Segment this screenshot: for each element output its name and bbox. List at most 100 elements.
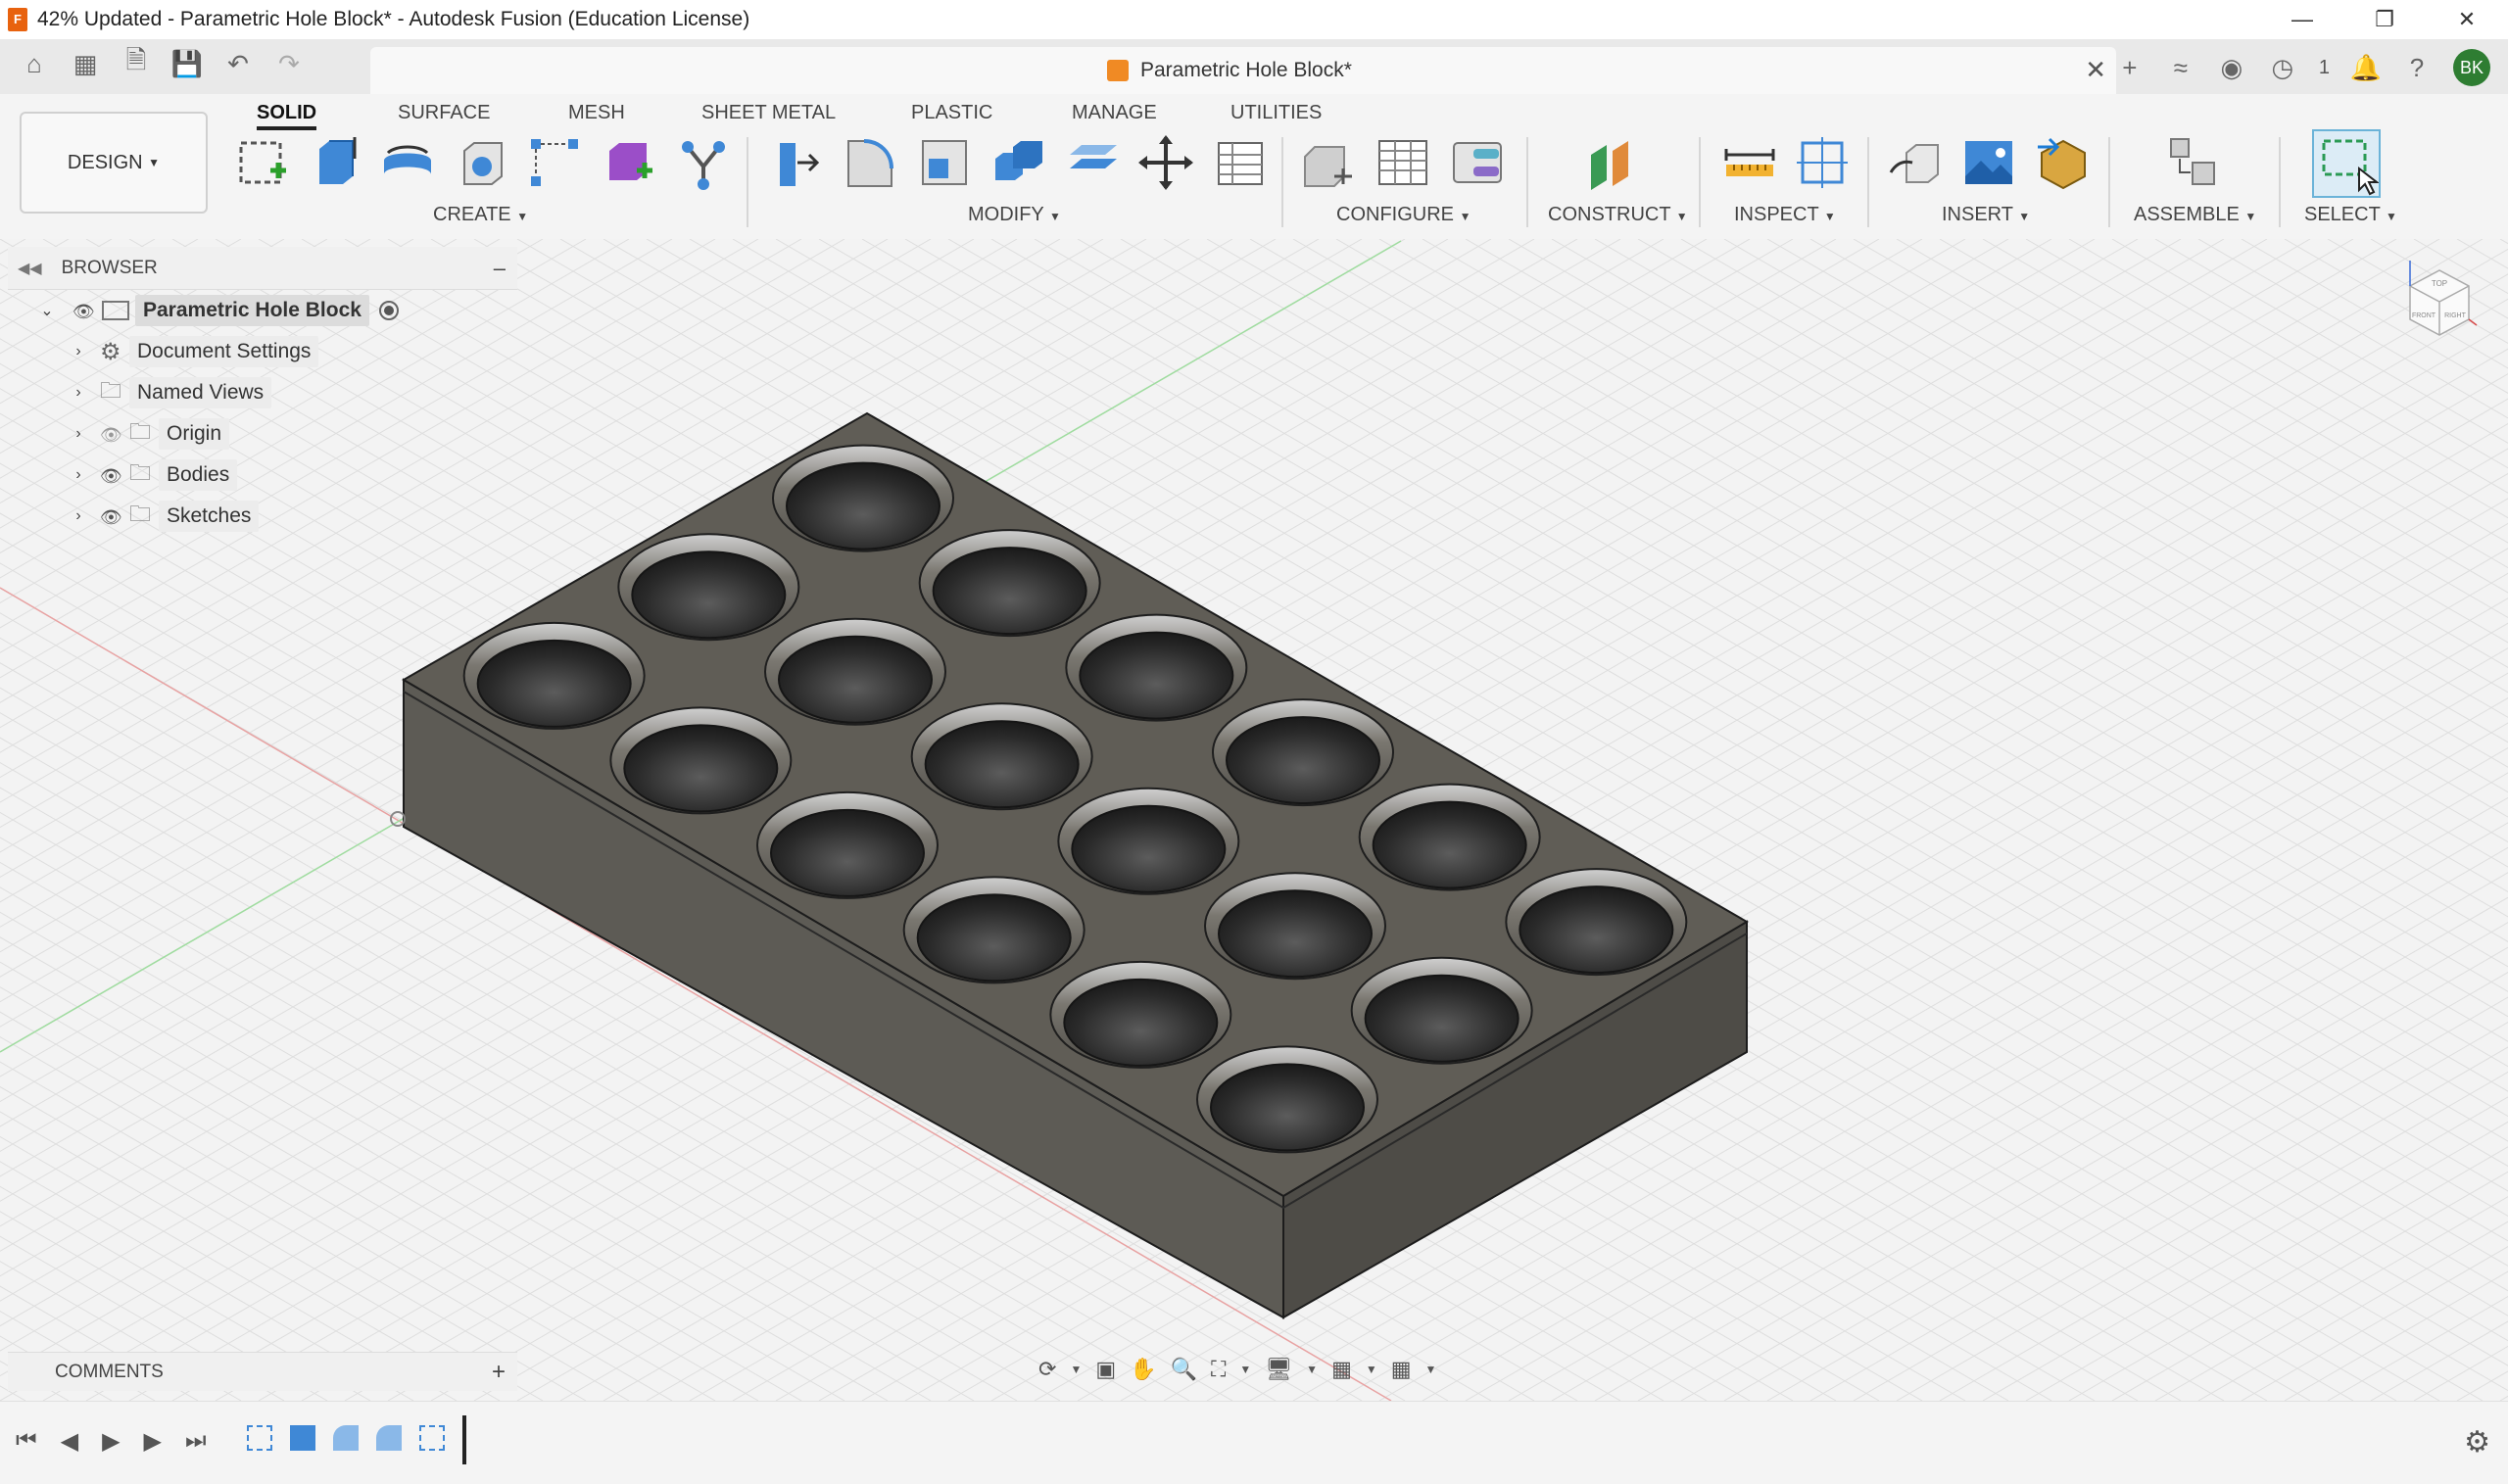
extrude-icon[interactable] bbox=[306, 133, 364, 192]
hole[interactable] bbox=[1079, 631, 1234, 720]
configuration-rule-icon[interactable] bbox=[1448, 133, 1507, 192]
save-icon[interactable]: 💾 bbox=[171, 49, 203, 78]
fit-icon[interactable]: ⛶ bbox=[1211, 1357, 1226, 1382]
timeline-marker[interactable] bbox=[462, 1415, 466, 1464]
hole[interactable] bbox=[1226, 716, 1380, 805]
display-settings-icon[interactable]: 🖥 bbox=[1265, 1357, 1292, 1382]
hole[interactable] bbox=[476, 639, 632, 728]
chevron-right-icon[interactable]: › bbox=[69, 507, 88, 525]
workspace-switcher[interactable]: DESIGN ▼ bbox=[20, 112, 208, 214]
orbit-icon[interactable]: ⟳ bbox=[1038, 1357, 1056, 1382]
close-tab-icon[interactable]: ✕ bbox=[2085, 55, 2106, 85]
step-forward-icon[interactable]: ▶ bbox=[144, 1427, 162, 1456]
file-icon[interactable]: 🗎 bbox=[121, 45, 151, 78]
chevron-down-icon[interactable]: ▼ bbox=[1239, 1363, 1251, 1376]
revolve-icon[interactable] bbox=[378, 133, 437, 192]
tab-manage[interactable]: MANAGE bbox=[1072, 102, 1157, 124]
chevron-right-icon[interactable]: › bbox=[69, 343, 88, 360]
shell-modify-icon[interactable] bbox=[915, 133, 974, 192]
hole[interactable] bbox=[1372, 800, 1527, 889]
group-configure[interactable]: CONFIGURE ▼ bbox=[1336, 204, 1471, 226]
restore-icon[interactable]: ❐ bbox=[2343, 0, 2426, 39]
avatar[interactable]: BK bbox=[2453, 49, 2490, 86]
hole[interactable] bbox=[924, 720, 1080, 809]
redo-icon[interactable]: ↷ bbox=[274, 49, 304, 78]
chevron-down-icon[interactable]: ▼ bbox=[1366, 1363, 1377, 1376]
tab-surface[interactable]: SURFACE bbox=[398, 102, 490, 124]
derive-icon[interactable] bbox=[525, 133, 584, 192]
hole[interactable] bbox=[1071, 804, 1227, 893]
job-status-icon[interactable]: ◷ bbox=[2268, 53, 2297, 82]
extensions-icon[interactable]: ≈ bbox=[2166, 53, 2195, 82]
move-icon[interactable] bbox=[1136, 133, 1195, 192]
go-to-end-icon[interactable]: ⏭ bbox=[185, 1427, 207, 1456]
select-tool-button[interactable] bbox=[2312, 129, 2381, 198]
grid-icon[interactable]: ▦ bbox=[71, 49, 100, 78]
timeline-sketch-icon[interactable] bbox=[247, 1425, 272, 1451]
timeline-extrude-icon[interactable] bbox=[290, 1425, 315, 1451]
insert-mesh-icon[interactable] bbox=[2034, 133, 2093, 192]
chevron-down-icon[interactable]: ▼ bbox=[1306, 1363, 1318, 1376]
browser-item-bodies[interactable]: › 👁 🗀 Bodies bbox=[69, 455, 517, 496]
measure-icon[interactable] bbox=[1720, 133, 1779, 192]
insert-derive-icon[interactable] bbox=[1887, 133, 1946, 192]
step-back-icon[interactable]: ◀ bbox=[61, 1427, 78, 1456]
look-at-icon[interactable]: ▣ bbox=[1095, 1357, 1116, 1382]
browser-root-node[interactable]: ⌄ 👁 Parametric Hole Block bbox=[37, 290, 517, 331]
hole[interactable] bbox=[932, 547, 1087, 636]
joint-icon[interactable] bbox=[674, 133, 733, 192]
create-sketch-icon[interactable] bbox=[233, 133, 292, 192]
group-modify[interactable]: MODIFY ▼ bbox=[968, 204, 1061, 226]
group-create[interactable]: CREATE ▼ bbox=[433, 204, 528, 226]
eye-icon[interactable]: 👁 bbox=[100, 466, 129, 486]
play-icon[interactable]: ▶ bbox=[102, 1427, 120, 1456]
group-inspect[interactable]: INSPECT ▼ bbox=[1734, 204, 1836, 226]
hole[interactable] bbox=[1218, 889, 1373, 979]
tab-mesh[interactable]: MESH bbox=[568, 102, 625, 124]
configuration-table-icon[interactable] bbox=[1374, 133, 1432, 192]
hole[interactable] bbox=[778, 635, 933, 724]
offset-face-icon[interactable] bbox=[1064, 133, 1123, 192]
timeline-fillet-icon[interactable] bbox=[376, 1425, 402, 1451]
hole[interactable] bbox=[1519, 886, 1674, 975]
hole[interactable] bbox=[770, 808, 925, 897]
shell-icon[interactable] bbox=[453, 133, 511, 192]
document-tab[interactable]: Parametric Hole Block* ✕ bbox=[370, 47, 2116, 94]
eye-hidden-icon[interactable]: 👁 bbox=[100, 425, 129, 445]
chevron-right-icon[interactable]: › bbox=[69, 466, 88, 484]
group-assemble[interactable]: ASSEMBLE ▼ bbox=[2134, 204, 2256, 226]
press-pull-icon[interactable] bbox=[766, 133, 825, 192]
chevron-right-icon[interactable]: › bbox=[69, 384, 88, 402]
combine-icon[interactable] bbox=[989, 133, 1048, 192]
hole[interactable] bbox=[631, 551, 787, 640]
group-select[interactable]: SELECT ▼ bbox=[2304, 204, 2397, 226]
online-icon[interactable]: ◉ bbox=[2217, 53, 2246, 82]
group-construct[interactable]: CONSTRUCT ▼ bbox=[1548, 204, 1688, 226]
tab-utilities[interactable]: UTILITIES bbox=[1230, 102, 1322, 124]
chevron-down-icon[interactable]: ▼ bbox=[1070, 1363, 1082, 1376]
minimize-icon[interactable]: — bbox=[2261, 0, 2343, 39]
browser-item-origin[interactable]: › 👁 🗀 Origin bbox=[69, 413, 517, 455]
hole[interactable] bbox=[1364, 974, 1519, 1063]
pan-icon[interactable]: ✋ bbox=[1130, 1357, 1156, 1382]
chevron-right-icon[interactable]: › bbox=[69, 425, 88, 443]
minimize-panel-icon[interactable]: – bbox=[494, 256, 506, 281]
grid-settings-icon[interactable]: ▦ bbox=[1331, 1357, 1352, 1382]
help-icon[interactable]: ? bbox=[2402, 53, 2432, 82]
hole[interactable] bbox=[1063, 978, 1219, 1067]
comments-panel[interactable]: COMMENTS + bbox=[8, 1352, 517, 1391]
view-cube[interactable]: TOP FRONT RIGHT bbox=[2400, 257, 2479, 345]
eye-icon[interactable]: 👁 bbox=[72, 302, 102, 321]
new-component-icon[interactable] bbox=[2163, 133, 2222, 192]
close-icon[interactable]: ✕ bbox=[2426, 0, 2508, 39]
chevron-down-icon[interactable]: ⌄ bbox=[37, 301, 57, 320]
hole[interactable] bbox=[916, 893, 1072, 982]
browser-item-named-views[interactable]: › 🗀 Named Views bbox=[69, 372, 517, 413]
change-parameters-icon[interactable] bbox=[1209, 133, 1268, 192]
settings-gear-icon[interactable]: ⚙ bbox=[2464, 1425, 2490, 1460]
hole[interactable] bbox=[1210, 1063, 1365, 1152]
tab-solid[interactable]: SOLID bbox=[257, 102, 317, 130]
group-insert[interactable]: INSERT ▼ bbox=[1942, 204, 2030, 226]
hole-block-body[interactable] bbox=[402, 411, 1749, 1319]
notifications-icon[interactable]: 🔔 bbox=[2350, 53, 2382, 82]
